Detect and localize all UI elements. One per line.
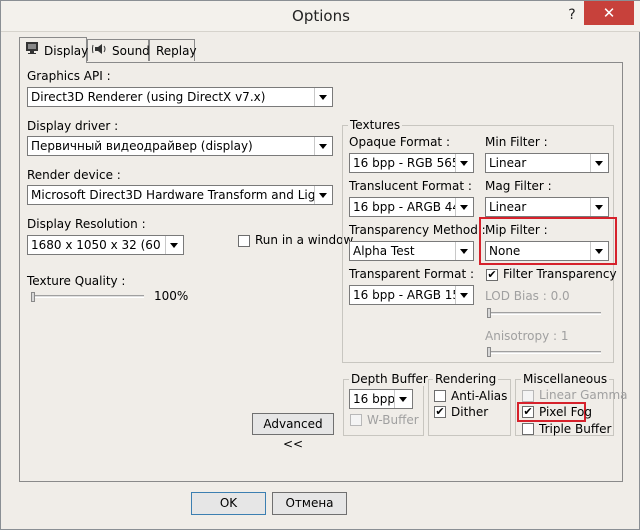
run-in-window-label: Run in a window — [255, 233, 354, 247]
mip-filter-value: None — [489, 244, 521, 258]
tab-sound-label: Sound — [112, 44, 150, 58]
tab-display-label: Display — [44, 44, 89, 58]
chevron-down-icon — [455, 242, 473, 260]
anisotropy-track — [487, 351, 601, 354]
miscellaneous-title: Miscellaneous — [521, 372, 610, 386]
render-device-label: Render device : — [27, 168, 121, 182]
translucent-format-label: Translucent Format : — [349, 179, 472, 193]
texture-quality-label: Texture Quality : — [27, 274, 126, 288]
transparency-method-select[interactable]: Alpha Test — [349, 241, 474, 261]
opaque-format-label: Opaque Format : — [349, 135, 450, 149]
display-driver-label: Display driver : — [27, 119, 119, 133]
chevron-down-icon — [314, 186, 332, 204]
resolution-label: Display Resolution : — [27, 217, 146, 231]
anisotropy-slider — [487, 347, 491, 357]
lod-bias-track — [487, 312, 601, 315]
options-dialog: Options ? ✕ Display Sound Replay Graphic… — [0, 0, 640, 530]
transparent-format-select[interactable]: 16 bpp - ARGB 1555 — [349, 285, 474, 305]
transparent-format-label: Transparent Format : — [349, 267, 475, 281]
triple-buffer-checkbox[interactable] — [522, 423, 534, 435]
graphics-api-select[interactable]: Direct3D Renderer (using DirectX v7.x) — [27, 87, 333, 107]
depth-buffer-select[interactable]: 16 bpp — [349, 389, 413, 409]
speaker-icon — [92, 42, 108, 62]
w-buffer-label: W-Buffer — [367, 413, 419, 427]
chevron-down-icon — [314, 88, 332, 106]
tab-display[interactable]: Display — [19, 37, 89, 63]
window-title: Options — [292, 7, 350, 25]
rendering-title: Rendering — [433, 372, 499, 386]
min-filter-select[interactable]: Linear — [485, 153, 609, 173]
chevron-down-icon — [455, 198, 473, 216]
graphics-api-value: Direct3D Renderer (using DirectX v7.x) — [31, 90, 266, 104]
tab-replay[interactable]: Replay — [149, 39, 197, 61]
chevron-down-icon — [590, 242, 608, 260]
anti-alias-checkbox[interactable] — [434, 390, 446, 402]
pixel-fog-label: Pixel Fog — [539, 405, 593, 419]
pixel-fog-checkbox[interactable]: ✔ — [522, 406, 534, 418]
display-panel: Graphics API : Direct3D Renderer (using … — [19, 62, 628, 482]
chevron-down-icon — [590, 154, 608, 172]
texture-quality-track[interactable] — [31, 295, 144, 298]
chevron-down-icon — [165, 236, 183, 254]
texture-quality-slider[interactable] — [31, 292, 35, 302]
resolution-value: 1680 x 1050 x 32 (60 Hz) — [31, 238, 184, 252]
transparency-method-label: Transparency Method : — [349, 223, 486, 237]
textures-group-title: Textures — [348, 118, 403, 132]
anisotropy-label: Anisotropy : 1 — [485, 329, 569, 343]
advanced-button[interactable]: Advanced << — [252, 413, 334, 451]
render-device-select[interactable]: Microsoft Direct3D Hardware Transform an… — [27, 185, 333, 205]
display-driver-select[interactable]: Первичный видеодрайвер (display) — [27, 136, 333, 156]
w-buffer-checkbox — [350, 414, 362, 426]
resolution-select[interactable]: 1680 x 1050 x 32 (60 Hz) — [27, 235, 184, 255]
min-filter-label: Min Filter : — [485, 135, 548, 149]
translucent-format-select[interactable]: 16 bpp - ARGB 4444 — [349, 197, 474, 217]
chevron-down-icon — [455, 286, 473, 304]
filter-transparency-checkbox[interactable]: ✔ — [486, 269, 498, 281]
dither-checkbox[interactable]: ✔ — [434, 406, 446, 418]
mag-filter-select[interactable]: Linear — [485, 197, 609, 217]
mag-filter-label: Mag Filter : — [485, 179, 552, 193]
anti-alias-label: Anti-Alias — [451, 389, 508, 403]
linear-gamma-label: Linear Gamma — [539, 388, 628, 402]
mip-filter-label: Mip Filter : — [485, 223, 548, 237]
run-in-window-checkbox[interactable] — [238, 235, 250, 247]
opaque-format-select[interactable]: 16 bpp - RGB 565 — [349, 153, 474, 173]
title-bar: Options ? ✕ — [1, 1, 640, 32]
tab-replay-label: Replay — [156, 44, 197, 58]
triple-buffer-label: Triple Buffer — [539, 422, 612, 436]
transparency-method-value: Alpha Test — [353, 244, 415, 258]
monitor-icon — [25, 41, 39, 61]
lod-bias-label: LOD Bias : 0.0 — [485, 289, 570, 303]
close-button[interactable]: ✕ — [584, 1, 634, 25]
linear-gamma-checkbox — [522, 390, 534, 402]
chevron-down-icon — [455, 154, 473, 172]
graphics-api-label: Graphics API : — [27, 69, 111, 83]
min-filter-value: Linear — [489, 156, 527, 170]
texture-quality-value: 100% — [154, 289, 189, 303]
ok-button[interactable]: OK — [191, 492, 266, 515]
dither-label: Dither — [451, 405, 489, 419]
display-driver-value: Первичный видеодрайвер (display) — [31, 139, 253, 153]
filter-transparency-label: Filter Transparency — [503, 267, 617, 281]
depth-buffer-value: 16 bpp — [353, 392, 395, 406]
opaque-format-value: 16 bpp - RGB 565 — [353, 156, 460, 170]
chevron-down-icon — [394, 390, 412, 408]
chevron-down-icon — [314, 137, 332, 155]
lod-bias-slider — [487, 308, 491, 318]
mag-filter-value: Linear — [489, 200, 527, 214]
mip-filter-select[interactable]: None — [485, 241, 609, 261]
cancel-button[interactable]: Отмена — [272, 492, 347, 515]
chevron-down-icon — [590, 198, 608, 216]
help-button[interactable]: ? — [561, 3, 583, 27]
render-device-value: Microsoft Direct3D Hardware Transform an… — [31, 188, 332, 202]
depth-buffer-title: Depth Buffer — [349, 372, 430, 386]
tab-sound[interactable]: Sound — [87, 39, 150, 62]
